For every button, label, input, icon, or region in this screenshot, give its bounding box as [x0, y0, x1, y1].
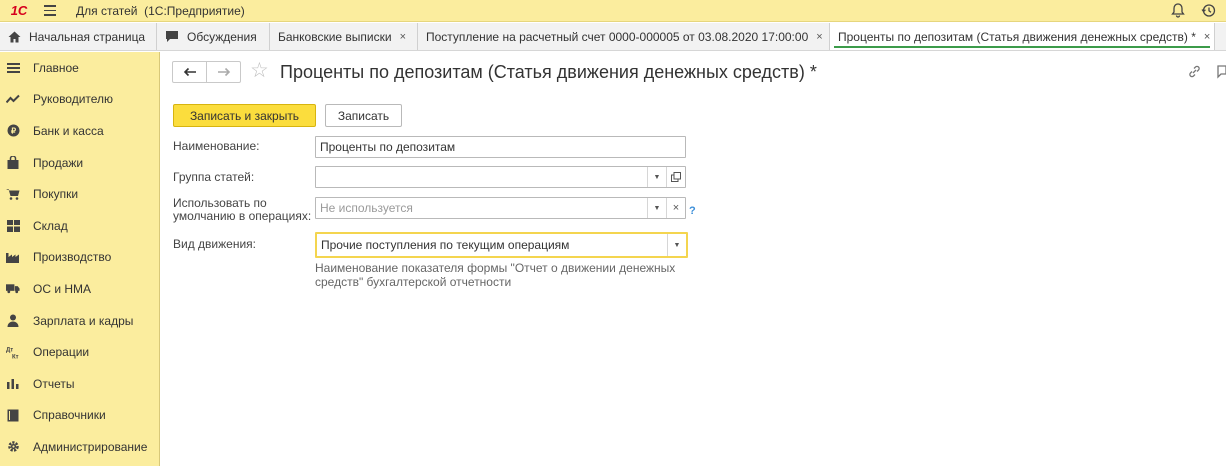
svg-text:Дт: Дт	[6, 347, 13, 353]
history-navigation	[172, 61, 241, 83]
link-icon[interactable]	[1187, 64, 1202, 82]
sidebar-item-label: Главное	[33, 60, 79, 75]
default-use-label-line2: умолчанию в операциях:	[173, 209, 312, 223]
open-icon[interactable]	[666, 167, 685, 187]
sidebar-item-label: Склад	[33, 218, 68, 233]
sidebar-item-label: ОС и НМА	[33, 281, 92, 296]
group-label: Группа статей:	[173, 170, 255, 184]
title-bar: 1С Для статей (1С:Предприятие)	[0, 0, 1226, 22]
chat-icon	[165, 30, 179, 43]
favorite-star-icon[interactable]: ☆	[250, 60, 269, 82]
gear-icon	[6, 440, 20, 454]
form-area: ☆ Проценты по депозитам (Статья движения…	[161, 52, 1226, 466]
save-and-close-button[interactable]: Записать и закрыть	[173, 104, 316, 127]
movement-type-hint: Наименование показателя формы "Отчет о д…	[315, 261, 676, 289]
comment-icon[interactable]	[1216, 64, 1226, 82]
sidebar-item-label: Администрирование	[33, 439, 148, 454]
group-field[interactable]: ▼	[315, 166, 686, 188]
trend-chart-icon	[6, 92, 20, 106]
chevron-down-icon[interactable]: ▼	[647, 198, 666, 218]
sidebar-item-label: Руководителю	[33, 92, 114, 107]
shopping-bag-icon	[6, 156, 20, 170]
sidebar-item-payroll[interactable]: Зарплата и кадры	[0, 305, 159, 337]
tab-deposit-interest[interactable]: Проценты по депозитам (Статья движения д…	[830, 23, 1215, 50]
factory-icon	[6, 250, 20, 264]
coin-icon: ₽	[6, 124, 20, 138]
sidebar-item-operations[interactable]: Дт Кт Операции	[0, 336, 159, 368]
save-button[interactable]: Записать	[325, 104, 402, 127]
tab-strip: Начальная страница Обсуждения Банковские…	[0, 23, 1226, 51]
svg-text:₽: ₽	[10, 127, 15, 136]
sidebar-item-main[interactable]: Главное	[0, 52, 159, 84]
truck-icon	[6, 282, 20, 296]
name-value: Проценты по депозитам	[320, 140, 456, 154]
tab-discussions[interactable]: Обсуждения	[157, 23, 270, 50]
sidebar: Главное Руководителю ₽ Банк и касса Прод…	[0, 52, 160, 466]
clear-icon[interactable]: ×	[666, 198, 685, 218]
main-menu-icon[interactable]	[38, 0, 62, 22]
sidebar-item-label: Отчеты	[33, 376, 75, 391]
sidebar-item-directories[interactable]: Справочники	[0, 400, 159, 432]
page-title: Проценты по депозитам (Статья движения д…	[280, 62, 817, 82]
bell-icon[interactable]	[1170, 3, 1186, 19]
warehouse-icon	[6, 219, 20, 233]
sidebar-item-sales[interactable]: Продажи	[0, 147, 159, 179]
app-title: Для статей (1С:Предприятие)	[76, 3, 245, 18]
svg-text:Кт: Кт	[12, 354, 19, 359]
sidebar-item-reports[interactable]: Отчеты	[0, 368, 159, 400]
cart-icon	[6, 187, 20, 201]
sidebar-item-label: Справочники	[33, 408, 106, 423]
tab-home[interactable]: Начальная страница	[0, 23, 157, 50]
dt-kt-icon: Дт Кт	[6, 345, 20, 359]
tab-label: Поступление на расчетный счет 0000-00000…	[426, 29, 809, 44]
tab-label: Начальная страница	[29, 29, 146, 44]
tab-receipt-document[interactable]: Поступление на расчетный счет 0000-00000…	[418, 23, 830, 50]
history-icon[interactable]	[1200, 3, 1216, 19]
default-use-field[interactable]: Не используется ▼ ×	[315, 197, 686, 219]
name-field[interactable]: Проценты по депозитам	[315, 136, 686, 158]
home-icon	[8, 31, 21, 43]
forward-arrow-icon[interactable]	[206, 62, 240, 82]
close-icon[interactable]: ×	[400, 31, 406, 43]
tab-label: Проценты по депозитам (Статья движения д…	[838, 29, 1196, 44]
tab-bank-statements[interactable]: Банковские выписки ×	[270, 23, 418, 50]
1c-logo: 1С	[10, 3, 28, 18]
sidebar-item-purchases[interactable]: Покупки	[0, 178, 159, 210]
sidebar-item-manager[interactable]: Руководителю	[0, 84, 159, 116]
name-label: Наименование:	[173, 139, 260, 153]
close-icon[interactable]: ×	[1204, 31, 1210, 43]
sidebar-item-production[interactable]: Производство	[0, 242, 159, 274]
movement-type-value: Прочие поступления по текущим операциям	[321, 238, 570, 252]
movement-type-field[interactable]: Прочие поступления по текущим операциям …	[315, 232, 688, 258]
book-icon	[6, 408, 20, 422]
sidebar-item-label: Зарплата и кадры	[33, 313, 134, 328]
bar-chart-icon	[6, 377, 20, 391]
person-icon	[6, 314, 20, 328]
help-icon[interactable]: ?	[689, 205, 696, 217]
sidebar-item-bank[interactable]: ₽ Банк и касса	[0, 115, 159, 147]
sidebar-item-fixed-assets[interactable]: ОС и НМА	[0, 273, 159, 305]
sidebar-item-warehouse[interactable]: Склад	[0, 210, 159, 242]
sidebar-item-administration[interactable]: Администрирование	[0, 431, 159, 463]
movement-type-label: Вид движения:	[173, 237, 256, 251]
default-use-placeholder: Не используется	[320, 201, 413, 215]
tab-label: Банковские выписки	[278, 29, 392, 44]
close-icon[interactable]: ×	[816, 31, 822, 43]
default-use-label: Использовать по умолчанию в операциях:	[173, 197, 311, 223]
menu-lines-icon	[6, 61, 20, 75]
chevron-down-icon[interactable]: ▼	[647, 167, 666, 187]
chevron-down-icon[interactable]: ▼	[667, 234, 686, 256]
default-use-label-line1: Использовать по	[173, 196, 267, 210]
sidebar-item-label: Банк и касса	[33, 123, 104, 138]
sidebar-item-label: Производство	[33, 250, 112, 265]
back-arrow-icon[interactable]	[173, 62, 206, 82]
sidebar-item-label: Операции	[33, 345, 90, 360]
sidebar-item-label: Продажи	[33, 155, 84, 170]
sidebar-item-label: Покупки	[33, 187, 79, 202]
tab-label: Обсуждения	[187, 29, 257, 44]
